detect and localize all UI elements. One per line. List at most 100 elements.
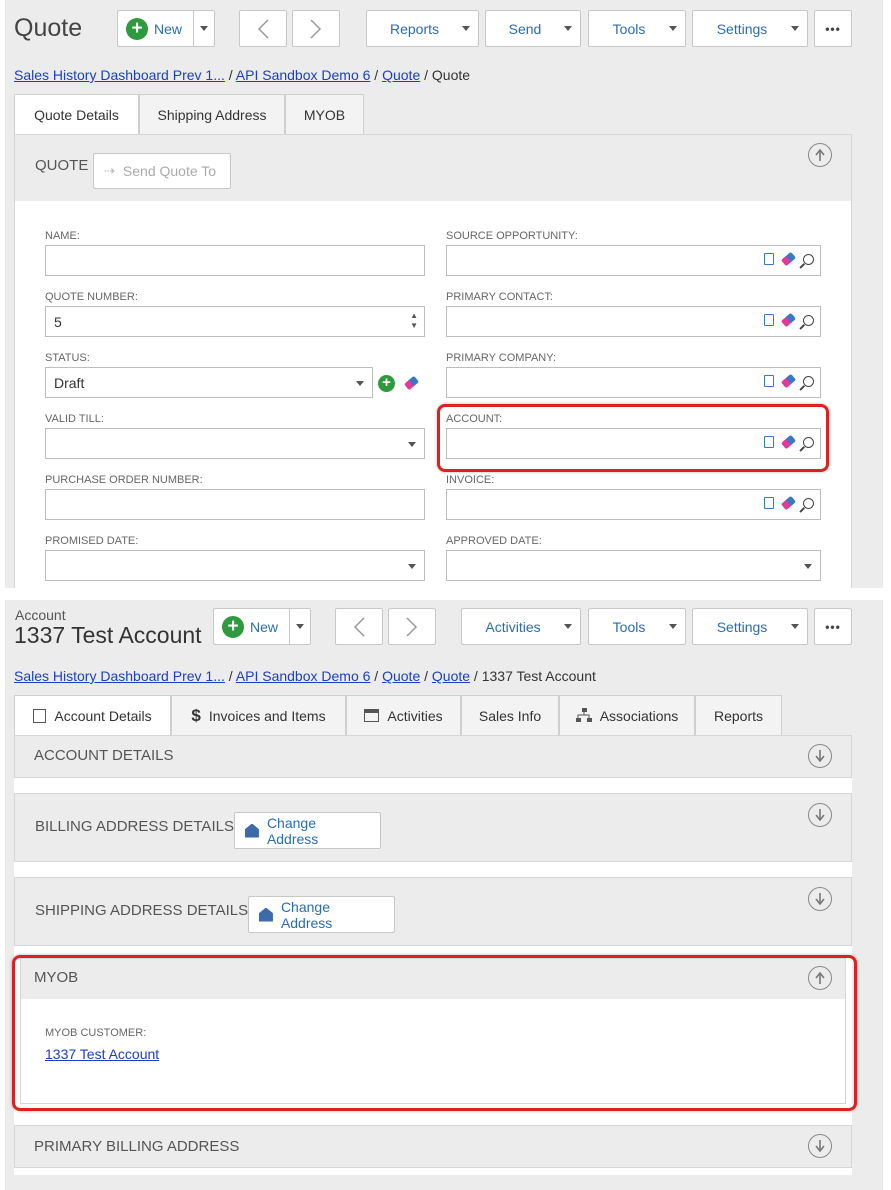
search-icon[interactable] xyxy=(803,375,814,387)
tab-activities[interactable]: Activities xyxy=(346,695,461,735)
add-status-icon[interactable]: + xyxy=(378,375,395,392)
tab-myob[interactable]: MYOB xyxy=(285,94,364,134)
expand-section-button[interactable] xyxy=(808,887,832,911)
new-button[interactable]: + New xyxy=(117,10,215,47)
tab-label: Activities xyxy=(387,707,443,724)
breadcrumb-current: Quote xyxy=(431,67,471,83)
next-record-button[interactable] xyxy=(388,608,436,645)
copy-icon[interactable] xyxy=(764,253,774,265)
status-label: STATUS: xyxy=(45,352,90,364)
tools-button[interactable]: Tools xyxy=(588,10,686,47)
more-button[interactable]: ••• xyxy=(814,608,852,645)
search-icon[interactable] xyxy=(803,253,814,265)
copy-icon[interactable] xyxy=(764,314,774,326)
more-dots-icon: ••• xyxy=(825,21,841,36)
arrow-down-icon xyxy=(815,750,825,763)
primary-contact-lookup[interactable] xyxy=(446,306,821,337)
copy-icon[interactable] xyxy=(764,375,774,387)
promised-date-field[interactable] xyxy=(45,550,425,581)
settings-button[interactable]: Settings xyxy=(692,10,808,47)
tab-shipping-address[interactable]: Shipping Address xyxy=(139,94,285,134)
status-select[interactable]: Draft xyxy=(45,367,373,398)
breadcrumb-link[interactable]: API Sandbox Demo 6 xyxy=(236,67,371,83)
tab-label: Invoices and Items xyxy=(208,707,326,724)
account-highlight xyxy=(437,404,829,472)
change-address-button[interactable]: Change Address xyxy=(234,812,381,849)
eraser-icon[interactable] xyxy=(780,251,797,267)
change-address-button[interactable]: Change Address xyxy=(248,896,395,933)
tab-account-details[interactable]: Account Details xyxy=(14,695,171,736)
valid-till-label: VALID TILL: xyxy=(45,413,104,425)
primary-contact-label: PRIMARY CONTACT: xyxy=(446,291,553,303)
tab-label: Shipping Address xyxy=(157,106,267,123)
eraser-icon[interactable] xyxy=(780,373,797,389)
send-button[interactable]: Send xyxy=(485,10,581,47)
new-button-label: New xyxy=(250,618,279,635)
tab-label: Account Details xyxy=(54,708,152,724)
breadcrumb-link[interactable]: Quote xyxy=(382,67,420,83)
quote-number-stepper[interactable]: 5 ▲ ▼ xyxy=(45,306,425,337)
source-opportunity-lookup[interactable] xyxy=(446,245,821,276)
chevron-down-icon xyxy=(669,624,677,629)
chevron-down-icon xyxy=(669,26,677,31)
eraser-icon[interactable] xyxy=(780,312,797,328)
expand-section-button[interactable] xyxy=(808,1134,832,1158)
search-icon[interactable] xyxy=(803,314,814,326)
breadcrumb-link[interactable]: Sales History Dashboard Prev 1... xyxy=(14,668,225,684)
quote-section-title: QUOTE xyxy=(35,157,89,174)
breadcrumb-link[interactable]: Quote xyxy=(382,668,420,684)
tools-button[interactable]: Tools xyxy=(588,608,686,645)
dollar-icon: $ xyxy=(191,705,201,725)
primary-company-lookup[interactable] xyxy=(446,367,821,398)
expand-section-button[interactable] xyxy=(808,744,832,768)
new-button-label: New xyxy=(154,20,183,37)
valid-till-field[interactable] xyxy=(45,428,425,459)
breadcrumb-link[interactable]: API Sandbox Demo 6 xyxy=(236,668,371,684)
eraser-icon[interactable] xyxy=(780,495,797,511)
arrow-up-icon xyxy=(815,148,825,161)
invoice-lookup[interactable] xyxy=(446,489,821,520)
search-icon[interactable] xyxy=(803,497,814,509)
tab-associations[interactable]: Associations xyxy=(559,695,695,735)
chevron-down-icon xyxy=(408,442,416,447)
chevron-right-icon xyxy=(310,18,322,39)
quote-number-label: QUOTE NUMBER: xyxy=(45,291,138,303)
tab-quote-details[interactable]: Quote Details xyxy=(14,94,139,135)
hierarchy-icon xyxy=(575,708,592,722)
reports-button[interactable]: Reports xyxy=(366,10,479,47)
stepper-arrows-icon[interactable]: ▲ ▼ xyxy=(410,311,418,331)
new-button[interactable]: + New xyxy=(213,608,311,645)
chevron-down-icon xyxy=(564,624,572,629)
approved-date-field[interactable] xyxy=(446,550,821,581)
copy-icon[interactable] xyxy=(764,497,774,509)
name-field[interactable] xyxy=(45,245,425,276)
split-separator xyxy=(193,11,194,46)
po-number-field[interactable] xyxy=(45,489,425,520)
house-icon xyxy=(245,823,259,838)
tab-reports[interactable]: Reports xyxy=(695,695,782,735)
previous-record-button[interactable] xyxy=(239,10,287,47)
account-details-title: ACCOUNT DETAILS xyxy=(34,747,174,764)
send-quote-to-button[interactable]: ⇢ Send Quote To xyxy=(93,153,231,189)
collapse-section-button[interactable] xyxy=(808,143,832,167)
chevron-down-icon xyxy=(564,26,572,31)
tools-button-label: Tools xyxy=(612,618,646,635)
more-button[interactable]: ••• xyxy=(814,10,852,47)
breadcrumb-link[interactable]: Sales History Dashboard Prev 1... xyxy=(14,67,225,83)
breadcrumb-link[interactable]: Quote xyxy=(432,668,470,684)
page-title: Quote xyxy=(14,14,83,42)
settings-button[interactable]: Settings xyxy=(692,608,808,645)
breadcrumb-current: 1337 Test Account xyxy=(481,668,596,684)
chevron-down-icon xyxy=(356,381,364,386)
tab-invoices-and-items[interactable]: $ Invoices and Items xyxy=(171,695,346,735)
expand-section-button[interactable] xyxy=(808,803,832,827)
settings-button-label: Settings xyxy=(716,618,768,635)
tab-sales-info[interactable]: Sales Info xyxy=(461,695,559,735)
previous-record-button[interactable] xyxy=(335,608,383,645)
chevron-down-icon xyxy=(791,624,799,629)
activities-button[interactable]: Activities xyxy=(461,608,581,645)
tab-label: Quote Details xyxy=(34,107,119,123)
chevron-down-icon[interactable] xyxy=(296,624,304,629)
next-record-button[interactable] xyxy=(292,10,340,47)
chevron-down-icon[interactable] xyxy=(200,26,208,31)
